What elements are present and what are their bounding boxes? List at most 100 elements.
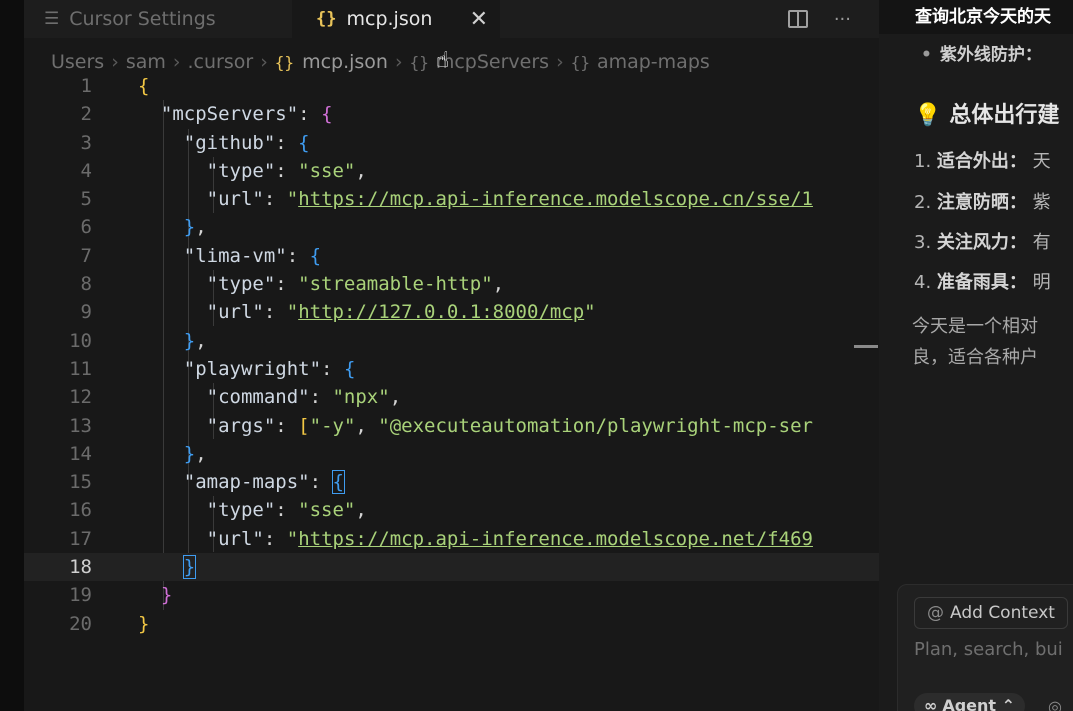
json-string: "sse" (298, 499, 356, 522)
breadcrumb-item-sam[interactable]: sam (126, 51, 166, 73)
chat-input-placeholder[interactable]: Plan, search, bui (914, 639, 1063, 660)
chat-list-item: 3. 关注风力： 有 (914, 232, 1051, 253)
json-key: "args" (206, 414, 276, 437)
tab-label: mcp.json (346, 8, 433, 30)
json-string: "npx" (332, 386, 390, 409)
json-key: "mcpServers" (160, 103, 299, 126)
code-line: 1{ (24, 72, 879, 100)
json-string: "streamable-http" (298, 273, 493, 296)
minimap-indicator[interactable] (854, 345, 878, 348)
mouse-pointer-icon: ☝ (436, 48, 450, 73)
code-line: 13 "args": ["-y", "@executeautomation/pl… (24, 412, 879, 440)
code-line: 17 "url": "https://mcp.api-inference.mod… (24, 525, 879, 553)
json-string: "-y" (309, 414, 356, 437)
chat-paragraph-line: 良，适合各种户 (912, 347, 1038, 368)
code-line: 20} (24, 610, 879, 638)
breadcrumb-item-cursor[interactable]: .cursor (188, 51, 254, 73)
chat-panel: 查询北京今天的天 • 紫外线防护： 💡 总体出行建 1. 适合外出： 天 2. 注意… (879, 0, 1073, 711)
agent-mode-button[interactable]: ∞ Agent ⌃ (914, 693, 1026, 711)
code-area[interactable]: 1{ 2 "mcpServers": { 3 "github": { 4 "ty… (24, 72, 879, 638)
code-line: 11 "playwright": { (24, 355, 879, 383)
split-editor-icon[interactable] (787, 10, 808, 28)
tab-mcp-json[interactable]: {} mcp.json ✕ (292, 0, 500, 38)
line-number: 19 (69, 584, 92, 607)
line-number: 13 (69, 414, 92, 437)
code-line: 16 "type": "sse", (24, 496, 879, 524)
line-number: 5 (80, 188, 92, 211)
line-number: 12 (69, 386, 92, 409)
chevron-down-icon: ⌃ (1001, 696, 1016, 711)
code-line: 10 }, (24, 327, 879, 355)
object-braces-icon: {} (409, 52, 429, 72)
breadcrumb-item-amap-maps[interactable]: amap-maps (597, 51, 710, 73)
json-key: "lima-vm" (183, 244, 287, 267)
json-key: "type" (206, 273, 276, 296)
line-number: 14 (69, 442, 92, 465)
at-sign-icon: @ (927, 603, 944, 623)
line-number: 15 (69, 471, 92, 494)
more-actions-icon[interactable]: ··· (834, 9, 851, 30)
code-line: 7 "lima-vm": { (24, 242, 879, 270)
line-number: 8 (80, 273, 92, 296)
line-number: 17 (69, 527, 92, 550)
code-line: 5 "url": "https://mcp.api-inference.mode… (24, 185, 879, 213)
url-link[interactable]: http://127.0.0.1:8000/mcp (298, 301, 584, 323)
add-context-button[interactable]: @ Add Context (914, 597, 1068, 629)
url-link[interactable]: https://mcp.api-inference.modelscope.net… (298, 528, 813, 550)
chat-title: 查询北京今天的天 (879, 0, 1073, 34)
line-number: 9 (80, 301, 92, 324)
code-line: 9 "url": "http://127.0.0.1:8000/mcp" (24, 298, 879, 326)
settings-sliders-icon: ☰ (44, 9, 60, 29)
breadcrumb-item-file[interactable]: mcp.json (302, 51, 388, 73)
json-key: "github" (183, 131, 276, 154)
code-line: 19 } (24, 581, 879, 609)
chat-bullet: • 紫外线防护： (921, 45, 1042, 65)
activity-bar (0, 0, 24, 711)
chevron-right-icon: › (111, 51, 119, 73)
json-braces-icon: {} (316, 9, 337, 29)
code-line: 3 "github": { (24, 129, 879, 157)
code-line: 14 }, (24, 440, 879, 468)
chat-list-item: 1. 适合外出： 天 (914, 151, 1051, 172)
chat-list-item: 2. 注意防晒： 紫 (914, 192, 1051, 213)
breadcrumb-item-mcpservers[interactable]: mcpServers (436, 51, 549, 73)
code-line-current: 18 } (24, 553, 879, 582)
close-icon[interactable]: ✕ (470, 7, 488, 32)
json-key: "type" (206, 499, 276, 522)
chat-input-box[interactable]: @ Add Context Plan, search, bui ∞ Agent ⌃ … (897, 584, 1073, 711)
object-braces-icon: {} (570, 52, 590, 72)
chevron-right-icon: › (260, 51, 268, 73)
chevron-right-icon: › (556, 51, 564, 73)
line-number: 2 (80, 103, 92, 126)
json-key: "url" (206, 527, 264, 550)
tab-cursor-settings[interactable]: ☰ Cursor Settings (24, 0, 292, 38)
json-key: "command" (206, 386, 310, 409)
line-number: 18 (69, 556, 92, 579)
json-key: "type" (206, 159, 276, 182)
line-number: 16 (69, 499, 92, 522)
image-icon[interactable]: ◎ (1048, 697, 1062, 711)
url-link[interactable]: https://mcp.api-inference.modelscope.cn/… (298, 188, 813, 210)
line-number: 4 (80, 159, 92, 182)
json-key: "url" (206, 301, 264, 324)
line-number: 20 (69, 612, 92, 635)
json-string: "@executeautomation/playwright-mcp-ser (378, 414, 813, 437)
infinity-icon: ∞ (924, 696, 938, 711)
chevron-right-icon: › (172, 51, 181, 73)
tab-bar: ☰ Cursor Settings {} mcp.json ✕ ··· (24, 0, 879, 38)
line-number: 3 (80, 131, 92, 154)
bullet-dot-icon: • (921, 45, 932, 65)
breadcrumb-item-users[interactable]: Users (51, 51, 104, 73)
line-number: 6 (80, 216, 92, 239)
editor-actions: ··· (787, 0, 851, 38)
code-line: 12 "command": "npx", (24, 383, 879, 411)
line-number: 10 (69, 329, 92, 352)
json-braces-icon: {} (274, 52, 295, 72)
json-key: "playwright" (183, 357, 322, 380)
chevron-right-icon: › (394, 51, 403, 73)
json-string: "sse" (298, 159, 356, 182)
code-line: 4 "type": "sse", (24, 157, 879, 185)
code-line: 6 }, (24, 213, 879, 241)
code-line: 2 "mcpServers": { (24, 100, 879, 128)
chat-heading: 💡 总体出行建 (914, 103, 1060, 128)
